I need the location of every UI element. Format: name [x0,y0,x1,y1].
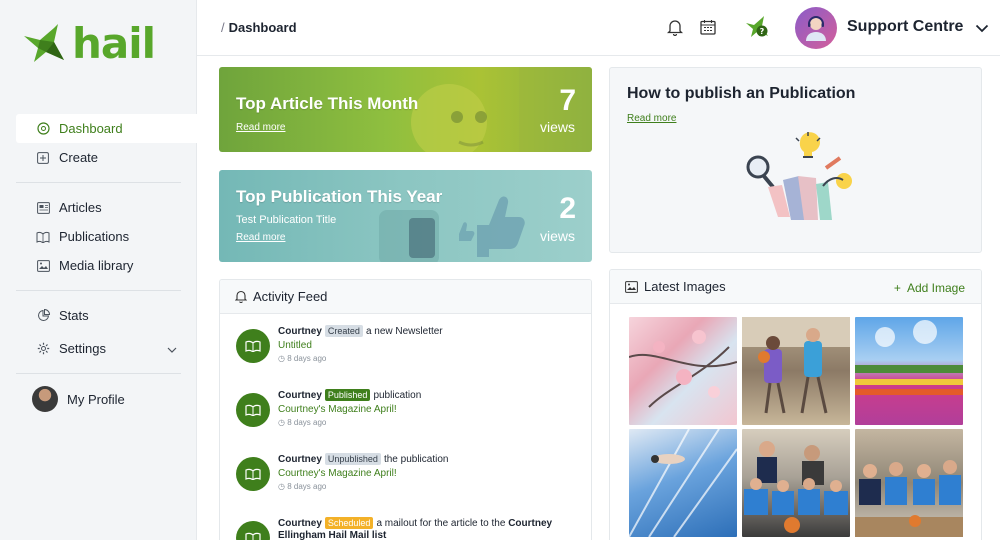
dashboard-icon [36,122,50,136]
image-thumbnail[interactable] [855,429,963,537]
breadcrumb: / Dashboard [221,20,297,35]
sidebar-item-label: Publications [59,229,130,244]
top-publication-count: 2 [559,192,576,225]
bell-icon [235,290,247,303]
top-publication-read-more-link[interactable]: Read more [236,232,285,243]
image-thumbnail[interactable] [855,317,963,425]
articles-icon [36,201,50,215]
top-article-count: 7 [559,84,576,117]
sidebar-item-label: My Profile [67,391,125,407]
sidebar-item-label: Settings [59,341,106,356]
feed-text: a new Newsletter [365,326,443,337]
activity-feed-header: Activity Feed [220,280,591,314]
image-thumbnail[interactable] [628,317,738,425]
feed-text: the publication [383,454,449,465]
feed-item-link[interactable]: Courtney's Magazine April! [278,404,397,415]
svg-text:?: ? [760,27,765,36]
image-thumbnail[interactable] [628,428,738,538]
feed-user: Courtney [278,390,322,401]
book-icon [236,393,270,427]
sidebar-item-label: Dashboard [59,121,123,136]
top-article-read-more-link[interactable]: Read more [236,122,285,133]
pie-chart-icon [36,309,50,323]
teamwork-illustration [746,132,852,220]
sidebar-item-label: Media library [59,258,134,273]
image-icon [625,280,638,293]
plus-icon: + [893,281,901,295]
publish-help-read-more-link[interactable]: Read more [627,113,676,124]
bell-icon[interactable] [665,17,685,37]
sidebar: hail Dashboard Create Articles Publicati… [0,0,197,540]
book-icon [236,457,270,491]
top-article-unit: views [539,119,575,135]
add-image-button[interactable]: + Add Image [894,281,965,295]
bird-logo-icon [24,24,64,62]
status-badge: Created [324,325,363,337]
activity-feed-panel: Activity Feed Courtney Created a new Newsl… [219,279,592,540]
sidebar-item-media-library[interactable]: Media library [16,251,197,280]
top-publication-card[interactable]: Top Publication This Year Test Publicati… [219,170,592,262]
feed-item-link[interactable]: Untitled [278,340,312,351]
sidebar-item-label: Create [59,150,99,165]
publish-help-card: How to publish an Publication Read more [609,67,982,253]
feed-text: publication [373,390,422,401]
activity-feed-title: Activity Feed [253,289,328,304]
publish-help-title: How to publish an Publication [627,85,856,102]
sidebar-item-settings[interactable]: Settings [16,334,197,363]
hail-logo[interactable]: hail [24,19,156,68]
top-article-card[interactable]: Top Article This Month Read more 7 views [219,67,592,152]
divider [16,290,181,291]
divider [16,182,181,183]
feed-recipient-list[interactable]: Ellingham Hail Mail list [278,530,386,540]
feed-user: Courtney [278,518,322,529]
gear-icon [36,342,50,356]
support-avatar[interactable] [795,7,837,49]
image-icon [36,259,50,273]
feed-user: Courtney [278,454,322,465]
book-icon [236,521,270,540]
sidebar-item-dashboard[interactable]: Dashboard [16,114,197,143]
page-title: Dashboard [228,20,297,35]
plus-square-icon [36,151,50,165]
timestamp: ◷ 8 days ago [278,354,327,363]
top-publication-title: Top Publication This Year [236,187,443,206]
timestamp: ◷ 8 days ago [278,418,327,427]
feed-item-link[interactable]: Courtney's Magazine April! [278,468,397,479]
calendar-icon[interactable] [698,17,718,37]
feed-user: Courtney [278,326,322,337]
topbar: / Dashboard ? Support Centre [197,0,1000,56]
sidebar-item-publications[interactable]: Publications [16,222,197,251]
latest-images-panel: Latest Images + Add Image [609,269,982,540]
sidebar-item-label: Stats [59,308,89,323]
latest-images-title: Latest Images [644,279,726,294]
sidebar-nav: Dashboard Create Articles Publications M… [16,114,197,384]
top-article-title: Top Article This Month [236,94,419,113]
sidebar-item-articles[interactable]: Articles [16,193,197,222]
image-thumbnail[interactable] [742,429,850,537]
brand-name: hail [72,19,156,68]
status-badge: Published [324,389,371,401]
divider [16,373,181,374]
help-bird-icon[interactable]: ? [745,14,771,40]
status-badge: Scheduled [324,517,374,529]
top-publication-unit: views [539,228,575,244]
timestamp: ◷ 8 days ago [278,482,327,491]
image-thumbnail[interactable] [742,317,850,425]
sidebar-item-stats[interactable]: Stats [16,301,197,330]
chevron-down-icon[interactable] [975,20,989,38]
account-name[interactable]: Support Centre [847,18,963,36]
avatar [32,386,58,412]
feed-recipient: Courtney [508,518,553,529]
top-publication-subtitle: Test Publication Title [236,214,337,226]
sidebar-item-label: Articles [59,200,102,215]
feed-text: a mailout for the article to the [376,518,506,529]
sidebar-item-create[interactable]: Create [16,143,197,172]
sidebar-item-my-profile[interactable]: My Profile [32,386,125,412]
book-icon [236,329,270,363]
chevron-down-icon [167,341,177,356]
status-badge: Unpublished [324,453,381,465]
book-icon [36,230,50,244]
